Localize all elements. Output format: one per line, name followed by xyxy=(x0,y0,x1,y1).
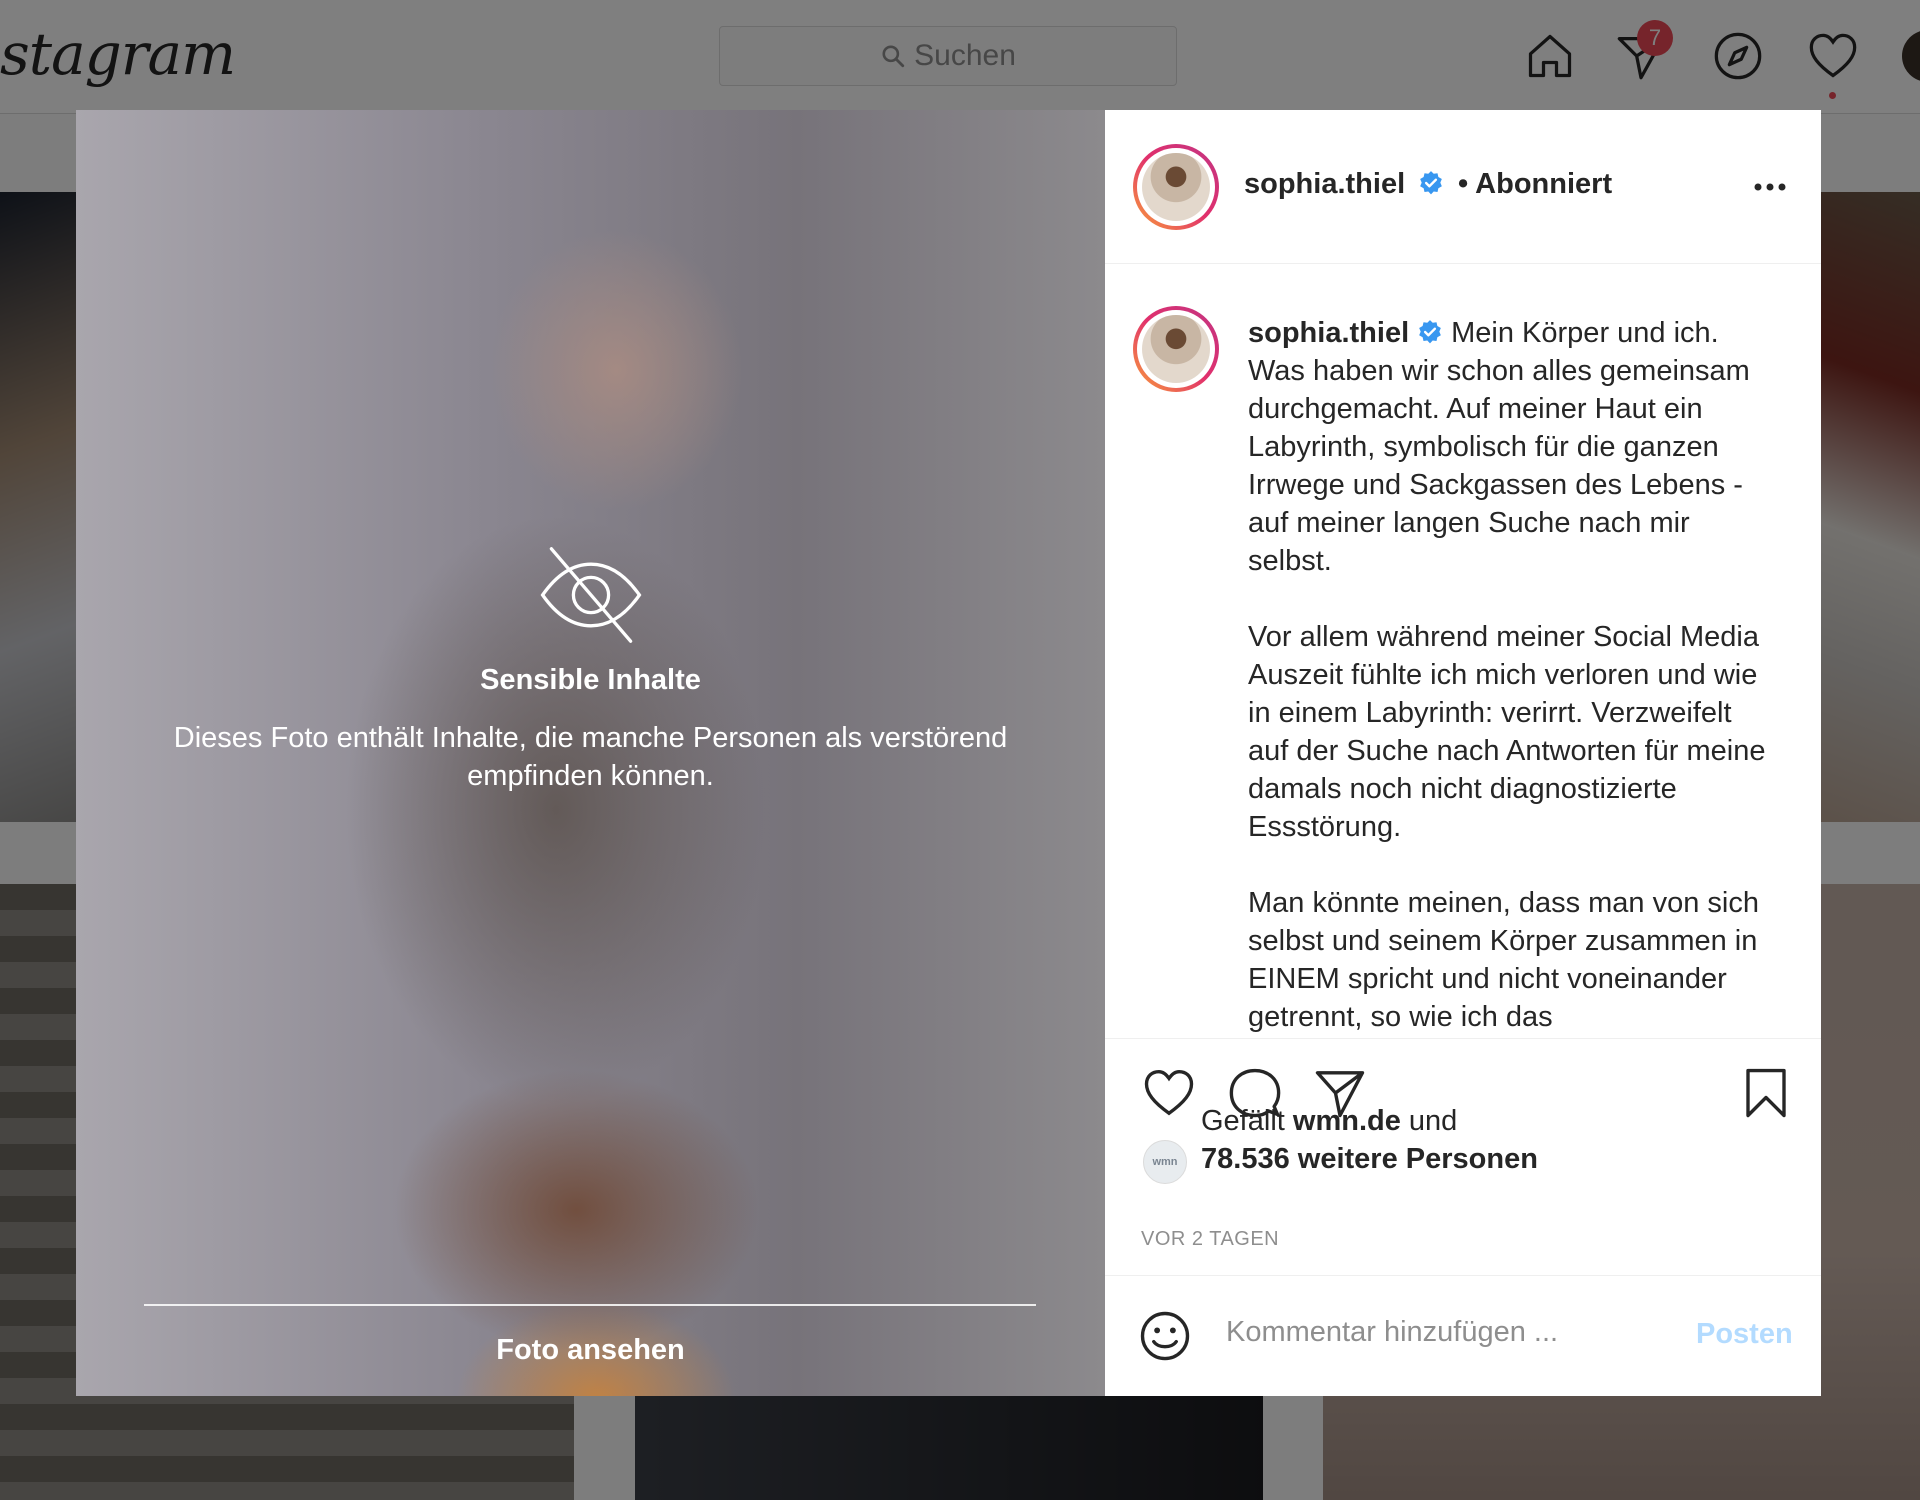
liker-username[interactable]: wmn.de xyxy=(1293,1105,1401,1137)
verified-icon xyxy=(1419,320,1441,344)
verified-icon xyxy=(1419,171,1442,195)
post-comment-button[interactable]: Posten xyxy=(1696,1318,1793,1351)
see-photo-button[interactable]: Foto ansehen xyxy=(76,1334,1105,1367)
like-button[interactable] xyxy=(1141,1065,1197,1121)
blurred-post-image: Sensible Inhalte Dieses Foto enthält Inh… xyxy=(76,110,1105,1396)
save-button[interactable] xyxy=(1738,1065,1794,1121)
post-caption: sophia.thiel Mein Körper und ich. Was hab… xyxy=(1248,314,1778,1042)
author-username[interactable]: sophia.thiel xyxy=(1244,168,1405,200)
sensitive-title: Sensible Inhalte xyxy=(480,664,701,696)
likes-prefix: Gefällt xyxy=(1201,1105,1285,1137)
emoji-icon xyxy=(1140,1311,1190,1361)
divider xyxy=(144,1304,1036,1306)
caption-author-avatar[interactable] xyxy=(1133,306,1219,392)
caption-paragraph: Was haben wir schon alles gemeinsam durc… xyxy=(1248,355,1750,577)
likes-count[interactable]: 78.536 weitere Personen xyxy=(1201,1143,1538,1175)
follow-status[interactable]: • Abonniert xyxy=(1458,168,1612,200)
comment-bar: Kommentar hinzufügen ... Posten xyxy=(1105,1275,1821,1396)
post-timestamp[interactable]: VOR 2 TAGEN xyxy=(1141,1228,1279,1251)
author-avatar[interactable] xyxy=(1133,144,1219,230)
caption-paragraph: Vor allem während meiner Social Media Au… xyxy=(1248,621,1766,843)
sensitive-description: Dieses Foto enthält Inhalte, die manche … xyxy=(173,722,1008,792)
likes-and: und xyxy=(1408,1105,1458,1137)
liker-avatar[interactable]: wmn xyxy=(1143,1140,1187,1184)
caption-paragraph: Man könnte meinen, dass man von sich sel… xyxy=(1248,887,1759,1033)
sensitive-content-warning: Sensible Inhalte Dieses Foto enthält Inh… xyxy=(76,540,1105,795)
caption-username[interactable]: sophia.thiel xyxy=(1248,317,1409,349)
post-detail-panel: sophia.thiel • Abonniert sophia.thiel Mei… xyxy=(1105,110,1821,1396)
likes-summary[interactable]: Gefällt wmn.de und 78.536 weitere Person… xyxy=(1201,1102,1538,1178)
like-icon xyxy=(1144,1069,1194,1116)
post-header: sophia.thiel • Abonniert xyxy=(1105,110,1821,264)
save-icon xyxy=(1746,1068,1786,1118)
emoji-button[interactable] xyxy=(1137,1308,1193,1364)
comment-input[interactable]: Kommentar hinzufügen ... xyxy=(1226,1316,1666,1349)
caption-lead: Mein Körper und ich. xyxy=(1451,317,1719,349)
eye-slash-icon xyxy=(540,547,641,643)
more-icon[interactable] xyxy=(1753,182,1787,192)
